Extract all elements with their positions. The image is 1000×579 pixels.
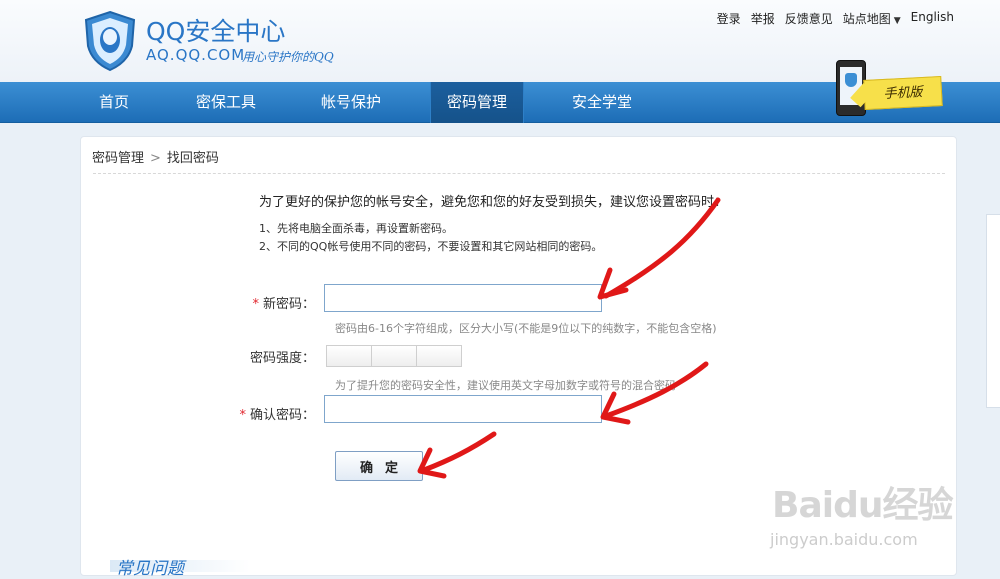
report-link[interactable]: 举报 xyxy=(751,10,775,27)
strength-segment xyxy=(326,345,372,367)
qq-shield-logo-icon[interactable] xyxy=(82,10,138,72)
password-strength-hint: 为了提升您的密码安全性，建议使用英文字母加数字或符号的混合密码 xyxy=(335,379,676,392)
breadcrumb-separator: > xyxy=(150,151,161,166)
sitemap-link[interactable]: 站点地图 xyxy=(843,12,891,26)
nav-item-password-management[interactable]: 密码管理 xyxy=(430,82,524,123)
new-password-label-text: 新密码： xyxy=(262,297,315,312)
tip-item: 2、不同的QQ帐号使用不同的密码，不要设置和其它网站相同的密码。 xyxy=(259,240,603,253)
nav-item-security-academy[interactable]: 安全学堂 xyxy=(556,82,648,123)
site-logo-domain: AQ.QQ.COM xyxy=(146,46,246,64)
site-slogan: 用心守护你的QQ xyxy=(242,50,334,64)
required-mark: * xyxy=(239,408,246,423)
strength-segment xyxy=(371,345,417,367)
required-mark: * xyxy=(252,297,259,312)
breadcrumb-current: 找回密码 xyxy=(166,151,219,166)
password-strength-label: 密码强度： xyxy=(249,351,315,366)
new-password-label: * 新密码： xyxy=(225,293,315,312)
chevron-down-icon: ▼ xyxy=(893,16,901,26)
feedback-link[interactable]: 反馈意见 xyxy=(785,10,833,27)
nav-item-home[interactable]: 首页 xyxy=(80,82,148,123)
site-logo-title[interactable]: QQ安全中心 xyxy=(146,12,285,48)
top-links: 登录 举报 反馈意见 站点地图 ▼ English xyxy=(717,10,954,27)
side-panel-edge xyxy=(986,214,1000,408)
breadcrumb-password-management[interactable]: 密码管理 xyxy=(92,151,144,166)
tip-item: 1、先将电脑全面杀毒，再设置新密码。 xyxy=(259,222,453,235)
faq-heading: 常见问题 xyxy=(116,559,184,579)
nav-item-account-protection[interactable]: 帐号保护 xyxy=(305,82,397,123)
confirm-password-label: * 确认密码： xyxy=(225,404,315,423)
sitemap-dropdown[interactable]: 站点地图 ▼ xyxy=(843,10,901,27)
mobile-version-label[interactable]: 手机版 xyxy=(863,75,943,111)
main-panel: 密码管理 > 找回密码 为了更好的保护您的帐号安全，避免您和您的好友受到损失，建议您… xyxy=(80,136,957,576)
confirm-password-input[interactable] xyxy=(324,395,602,423)
login-link[interactable]: 登录 xyxy=(717,10,741,27)
english-link[interactable]: English xyxy=(911,10,954,27)
new-password-input[interactable] xyxy=(324,284,602,312)
intro-text: 为了更好的保护您的帐号安全，避免您和您的好友受到损失，建议您设置密码时： xyxy=(259,195,728,210)
divider xyxy=(93,173,945,174)
strength-segment xyxy=(416,345,462,367)
new-password-hint: 密码由6-16个字符组成，区分大小写(不能是9位以下的纯数字，不能包含空格) xyxy=(335,322,717,335)
confirm-password-label-text: 确认密码： xyxy=(249,408,315,423)
confirm-button[interactable]: 确定 xyxy=(335,451,423,481)
mobile-version-badge[interactable]: 手机版 xyxy=(818,60,948,116)
password-strength-meter xyxy=(326,345,462,367)
breadcrumb: 密码管理 > 找回密码 xyxy=(92,147,219,166)
nav-item-security-tools[interactable]: 密保工具 xyxy=(180,82,272,123)
